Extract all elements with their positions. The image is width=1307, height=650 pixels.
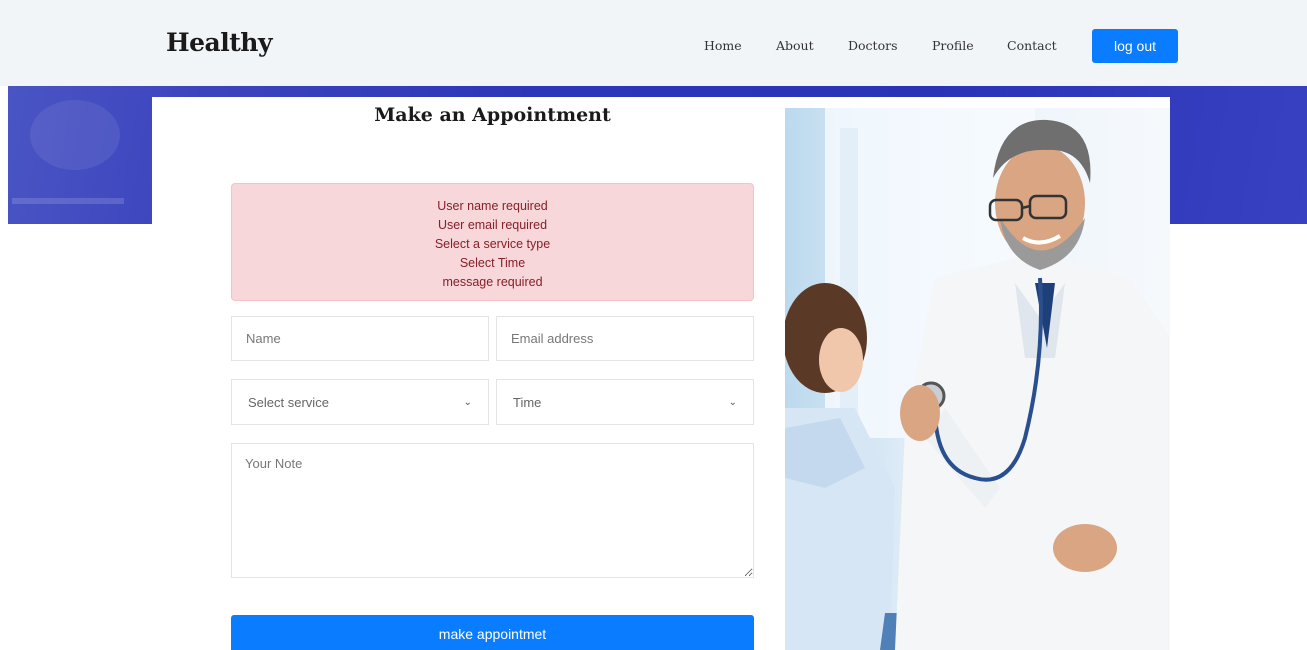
make-appointment-button[interactable]: make appointmet xyxy=(231,615,754,650)
nav-profile[interactable]: Profile xyxy=(932,38,974,53)
name-input[interactable] xyxy=(231,316,489,361)
error-message: Select a service type xyxy=(434,237,551,251)
nav-doctors[interactable]: Doctors xyxy=(848,38,898,53)
note-textarea[interactable] xyxy=(231,443,754,578)
logout-button[interactable]: log out xyxy=(1092,29,1178,63)
banner-decoration xyxy=(30,100,120,170)
doctor-photo xyxy=(785,108,1170,650)
error-message: Select Time xyxy=(459,256,526,270)
service-select-value: Select service xyxy=(248,394,329,410)
brand-logo[interactable]: Healthy xyxy=(166,28,272,57)
nav-contact[interactable]: Contact xyxy=(1007,38,1057,53)
banner-decoration-stripe xyxy=(12,198,124,204)
error-alert: User name required User email required S… xyxy=(231,183,754,301)
nav-home[interactable]: Home xyxy=(704,38,742,53)
nav-about[interactable]: About xyxy=(776,38,814,53)
service-select[interactable]: Select service ⌄ xyxy=(231,379,489,425)
top-navbar: Healthy Home About Doctors Profile Conta… xyxy=(0,0,1307,86)
error-message: User name required xyxy=(437,199,548,213)
chevron-down-icon: ⌄ xyxy=(728,396,737,408)
error-message: User email required xyxy=(437,218,548,232)
error-message: message required xyxy=(442,275,543,289)
doctor-with-child-image xyxy=(785,108,1170,650)
email-input[interactable] xyxy=(496,316,754,361)
chevron-down-icon: ⌄ xyxy=(463,396,472,408)
time-select[interactable]: Time ⌄ xyxy=(496,379,754,425)
page-title: Make an Appointment xyxy=(374,104,611,126)
time-select-value: Time xyxy=(513,394,542,410)
